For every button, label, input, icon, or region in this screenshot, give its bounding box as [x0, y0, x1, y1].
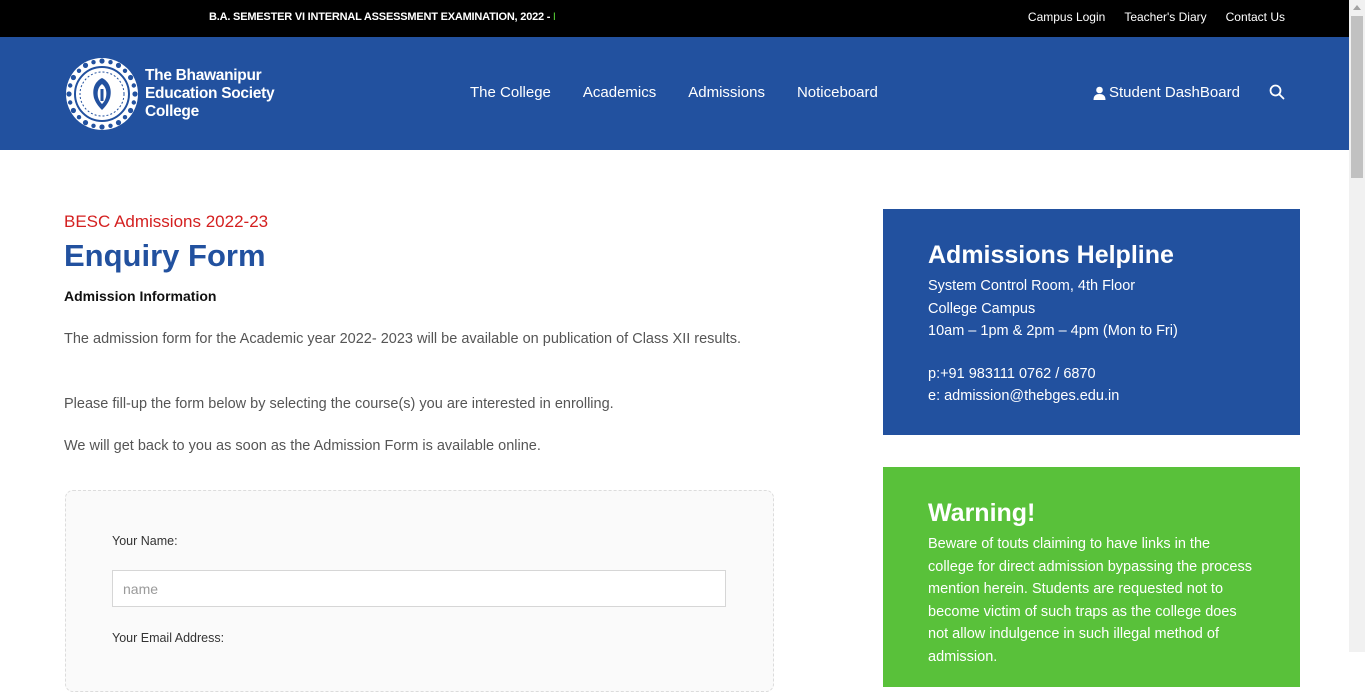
college-name: The Bhawanipur Education Society College	[145, 67, 275, 121]
student-dashboard-link[interactable]: Student DashBoard	[1093, 84, 1240, 101]
email-label: Your Email Address:	[112, 631, 225, 645]
page-scrollbar[interactable]	[1349, 0, 1365, 652]
helpline-spacer	[928, 343, 1255, 363]
warning-card: Warning! Beware of touts claiming to hav…	[883, 467, 1300, 687]
enquiry-form: Your Name: Your Email Address:	[65, 490, 774, 692]
scroll-up-arrow-icon[interactable]	[1353, 5, 1361, 10]
info-paragraph-2: Please fill-up the form below by selecti…	[64, 396, 614, 412]
warning-text: Beware of touts claiming to have links i…	[928, 536, 1252, 665]
helpline-line-2: College Campus	[928, 300, 1036, 317]
warning-title: Warning!	[928, 499, 1036, 527]
college-logo[interactable]: The Bhawanipur Education Society College	[64, 56, 275, 132]
helpline-line-3: 10am – 1pm & 2pm – 4pm (Mon to Fri)	[928, 323, 1178, 339]
ticker-text: B.A. SEMESTER VI INTERNAL ASSESSMENT EXA…	[209, 11, 554, 23]
top-links: Campus Login Teacher's Diary Contact Us	[1028, 10, 1285, 24]
main-header: The Bhawanipur Education Society College…	[0, 37, 1349, 150]
page-title: Enquiry Form	[64, 238, 266, 273]
info-paragraph-1: The admission form for the Academic year…	[64, 331, 742, 347]
helpline-line-1: System Control Room, 4th Floor	[928, 278, 1136, 294]
contact-us-link[interactable]: Contact Us	[1226, 10, 1285, 24]
college-name-line-1: The Bhawanipur	[145, 67, 262, 84]
college-name-line-2: Education Society	[145, 85, 275, 102]
name-label: Your Name:	[112, 534, 178, 548]
name-input[interactable]	[112, 570, 726, 607]
ticker-highlight: Ma	[553, 11, 555, 23]
nav-the-college[interactable]: The College	[470, 84, 551, 101]
nav-noticeboard[interactable]: Noticeboard	[797, 84, 878, 101]
scrollbar-thumb[interactable]	[1351, 16, 1363, 178]
user-icon	[1093, 86, 1106, 100]
search-icon[interactable]	[1269, 84, 1285, 100]
admissions-helpline-card: Admissions Helpline System Control Room,…	[883, 209, 1300, 435]
main-nav: The College Academics Admissions Noticeb…	[470, 84, 878, 101]
news-ticker[interactable]: B.A. SEMESTER VI INTERNAL ASSESSMENT EXA…	[209, 11, 555, 23]
helpline-email[interactable]: e: admission@thebges.edu.in	[928, 385, 1255, 408]
top-bar: B.A. SEMESTER VI INTERNAL ASSESSMENT EXA…	[0, 0, 1349, 37]
nav-academics[interactable]: Academics	[583, 84, 656, 101]
student-dashboard-label: Student DashBoard	[1109, 84, 1240, 101]
section-heading: Admission Information	[64, 288, 217, 304]
helpline-title: Admissions Helpline	[928, 241, 1174, 269]
helpline-phone[interactable]: p:+91 983111 0762 / 6870	[928, 363, 1255, 386]
info-paragraph-3: We will get back to you as soon as the A…	[64, 438, 541, 454]
nav-admissions[interactable]: Admissions	[688, 84, 765, 101]
college-name-line-3: College	[145, 103, 199, 120]
teachers-diary-link[interactable]: Teacher's Diary	[1124, 10, 1206, 24]
campus-login-link[interactable]: Campus Login	[1028, 10, 1105, 24]
college-emblem-icon	[66, 58, 138, 130]
page-subtitle: BESC Admissions 2022-23	[64, 212, 269, 231]
